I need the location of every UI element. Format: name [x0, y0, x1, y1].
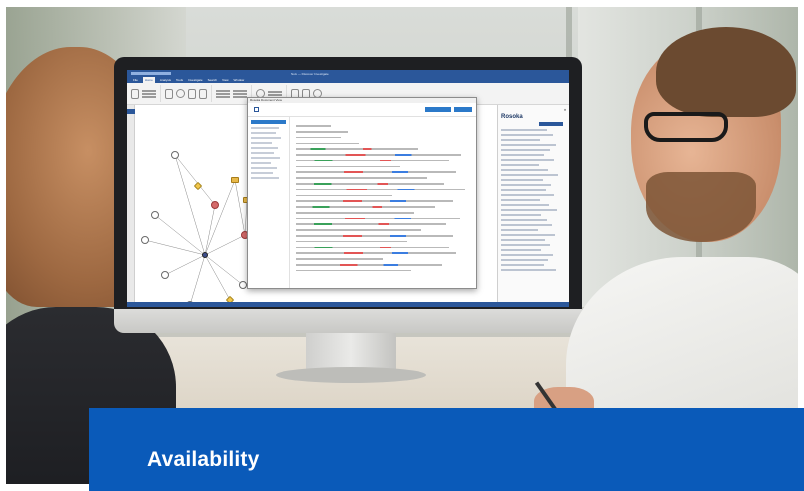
layout-icon[interactable] [165, 88, 173, 99]
edit-icon[interactable] [254, 107, 259, 112]
menu-home[interactable]: Home [142, 77, 155, 83]
connections-icon[interactable] [188, 88, 196, 99]
menu-investigate[interactable]: Investigate [188, 77, 203, 83]
hub-node-icon[interactable] [202, 252, 208, 258]
graph-node[interactable] [239, 281, 247, 289]
menu-file[interactable]: File [133, 77, 138, 83]
panel-tab[interactable] [127, 109, 135, 114]
menu-analysis[interactable]: Analysis [160, 77, 171, 83]
entity-search-button[interactable] [539, 122, 563, 126]
entity-list[interactable] [501, 129, 566, 271]
app-titlebar: Nuix — Discover Investigate [127, 70, 569, 77]
graph-node[interactable] [151, 211, 159, 219]
monitor-base [276, 367, 426, 383]
availability-banner: Availability [89, 408, 804, 491]
app-screen: Nuix — Discover Investigate File Home An… [127, 70, 569, 307]
document-viewer-header [248, 103, 476, 117]
document-tree[interactable] [248, 117, 290, 288]
document-text [290, 117, 476, 288]
menu-window[interactable]: Window [234, 77, 245, 83]
entity-panel: × Rosoka [497, 105, 569, 302]
quick-access-toolbar[interactable] [131, 72, 171, 75]
ribbon-group [131, 85, 161, 102]
document-action-button[interactable] [425, 107, 451, 112]
monitor: Nuix — Discover Investigate File Home An… [114, 57, 582, 333]
document-viewer-window[interactable]: Rosoka Document View [247, 97, 477, 289]
app-statusbar [127, 302, 569, 307]
monitor-chin [114, 309, 582, 333]
graph-node[interactable] [171, 151, 179, 159]
app-title: Nuix — Discover Investigate [291, 71, 329, 76]
menu-tools[interactable]: Tools [176, 77, 183, 83]
entity-panel-title: Rosoka [501, 114, 523, 120]
expand-icon[interactable] [199, 88, 207, 99]
monitor-stand [306, 332, 396, 372]
ribbon-group [165, 85, 212, 102]
glasses-icon [644, 112, 728, 142]
close-icon[interactable]: × [564, 108, 566, 112]
document-body [248, 117, 476, 288]
find-path-icon[interactable] [176, 89, 185, 98]
menu-search[interactable]: Search [208, 77, 218, 83]
graph-node[interactable] [161, 271, 169, 279]
tree-toggle-button[interactable] [251, 120, 286, 124]
menu-view[interactable]: View [222, 77, 228, 83]
graph-node[interactable] [141, 236, 149, 244]
paste-icon[interactable] [131, 88, 139, 99]
folder-node-icon[interactable] [231, 177, 239, 183]
man-hair [656, 27, 796, 117]
banner-title: Availability [147, 448, 260, 471]
document-action-button[interactable] [454, 107, 472, 112]
person-node-icon[interactable] [211, 201, 219, 209]
panel-header: × [501, 108, 566, 112]
man-beard [646, 172, 756, 242]
left-panel [127, 105, 135, 302]
